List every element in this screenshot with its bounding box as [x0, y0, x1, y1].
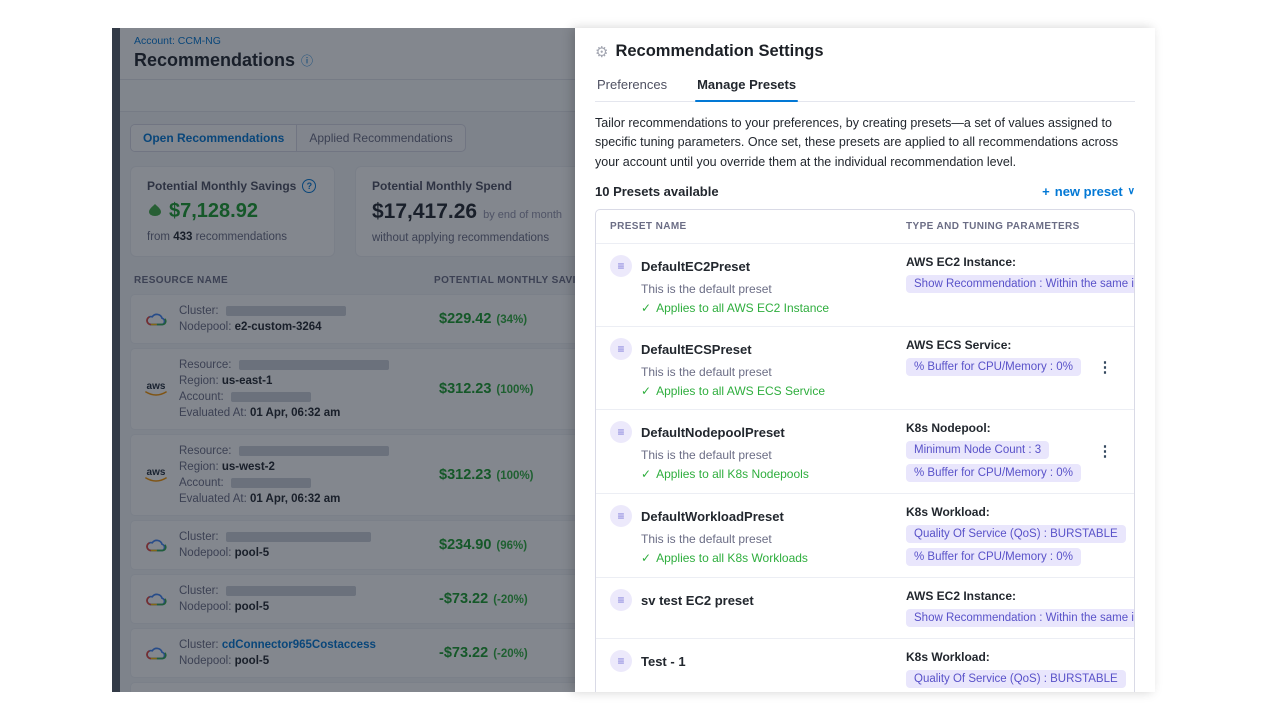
- presets-description: Tailor recommendations to your preferenc…: [595, 114, 1135, 172]
- preset-name: DefaultEC2Preset: [641, 259, 750, 274]
- drawer-title: Recommendation Settings: [615, 42, 823, 61]
- tuning-parameter-badge: % Buffer for CPU/Memory : 0%: [906, 464, 1081, 482]
- check-icon: ✓: [641, 384, 651, 398]
- preset-description: This is the default preset: [641, 365, 896, 379]
- applies-text: Applies to all K8s Nodepools: [656, 467, 809, 481]
- preset-row: ≡ DefaultECSPreset This is the default pre…: [596, 326, 1134, 409]
- preset-row: ≡ DefaultEC2Preset This is the default pre…: [596, 243, 1134, 326]
- preset-type: K8s Workload:: [906, 650, 1126, 664]
- tuning-parameter-badge: Quality Of Service (QoS) : BURSTABLE: [906, 525, 1126, 543]
- gear-icon: ⚙: [595, 43, 608, 61]
- applies-text: Applies to all AWS EC2 Instance: [656, 301, 829, 315]
- settings-tabs: Preferences Manage Presets: [595, 77, 1135, 102]
- preset-name: DefaultECSPreset: [641, 342, 752, 357]
- preset-type: K8s Nodepool:: [906, 421, 1090, 435]
- preset-name-cell: ≡ DefaultEC2Preset This is the default pre…: [610, 255, 906, 315]
- chevron-down-icon: ∨: [1128, 186, 1135, 197]
- preset-params-cell: AWS EC2 Instance: Show Recommendation : W…: [906, 255, 1135, 293]
- preset-row: ≡ DefaultNodepoolPreset This is the defaul…: [596, 409, 1134, 493]
- preset-applies: ✓ Applies to all K8s Workloads: [641, 551, 896, 565]
- preset-applies: ✓ Applies to all AWS EC2 Instance: [641, 301, 896, 315]
- preset-type: AWS ECS Service:: [906, 338, 1090, 352]
- tuning-parameter-badge: % Buffer for CPU/Memory : 0%: [906, 358, 1081, 376]
- tab-preferences[interactable]: Preferences: [595, 77, 669, 101]
- preset-name-cell: ≡ sv test EC2 preset: [610, 589, 906, 611]
- applies-text: Applies to all AWS ECS Service: [656, 384, 825, 398]
- app-screenshot: Account: CCM-NG Recommendations ⓘ Open R…: [112, 28, 1155, 692]
- preset-params-cell: K8s Workload: Quality Of Service (QoS) : …: [906, 650, 1126, 692]
- preset-params-cell: AWS EC2 Instance: Show Recommendation : W…: [906, 589, 1135, 627]
- preset-name: Test - 1: [641, 654, 686, 669]
- preset-list-icon: ≡: [610, 338, 632, 360]
- preset-row: ≡ sv test EC2 preset AWS EC2 Instance: Show…: [596, 577, 1134, 638]
- column-preset-name: PRESET NAME: [610, 221, 906, 232]
- preset-list-icon: ≡: [610, 255, 632, 277]
- preset-params-cell: K8s Nodepool: Minimum Node Count : 3 % Buf…: [906, 421, 1090, 482]
- tab-manage-presets[interactable]: Manage Presets: [695, 77, 798, 101]
- preset-name: sv test EC2 preset: [641, 593, 754, 608]
- preset-rows: ≡ DefaultEC2Preset This is the default pre…: [596, 243, 1134, 692]
- preset-name-cell: ≡ DefaultECSPreset This is the default pre…: [610, 338, 906, 398]
- preset-description: This is the default preset: [641, 282, 896, 296]
- preset-type: AWS EC2 Instance:: [906, 255, 1135, 269]
- preset-description: This is the default preset: [641, 532, 896, 546]
- row-menu-button[interactable]: ⋮: [1090, 361, 1120, 375]
- presets-table: PRESET NAME TYPE AND TUNING PARAMETERS ≡…: [595, 209, 1135, 692]
- plus-icon: +: [1042, 184, 1050, 199]
- preset-type: AWS EC2 Instance:: [906, 589, 1135, 603]
- preset-name: DefaultWorkloadPreset: [641, 509, 784, 524]
- recommendation-settings-drawer: ⚙ Recommendation Settings Preferences Ma…: [575, 28, 1155, 692]
- preset-applies: ✓ Applies to all K8s Nodepools: [641, 467, 896, 481]
- presets-table-header: PRESET NAME TYPE AND TUNING PARAMETERS: [596, 210, 1134, 243]
- preset-name-cell: ≡ DefaultNodepoolPreset This is the defaul…: [610, 421, 906, 481]
- applies-text: Applies to all K8s Workloads: [656, 551, 808, 565]
- preset-list-icon: ≡: [610, 650, 632, 672]
- row-menu-button[interactable]: ⋮: [1090, 445, 1120, 459]
- row-menu-button[interactable]: ⋮: [1126, 529, 1135, 543]
- preset-list-icon: ≡: [610, 505, 632, 527]
- preset-type: K8s Workload:: [906, 505, 1126, 519]
- preset-list-icon: ≡: [610, 589, 632, 611]
- check-icon: ✓: [641, 301, 651, 315]
- preset-params-cell: K8s Workload: Quality Of Service (QoS) : …: [906, 505, 1126, 566]
- tuning-parameter-badge: Minimum Node Count : 3: [906, 441, 1049, 459]
- dim-overlay: [112, 28, 575, 692]
- recommendations-page: Account: CCM-NG Recommendations ⓘ Open R…: [112, 28, 575, 692]
- tuning-parameter-badge: Show Recommendation : Within the same in…: [906, 609, 1135, 627]
- preset-params-cell: AWS ECS Service: % Buffer for CPU/Memory …: [906, 338, 1090, 376]
- preset-name-cell: ≡ Test - 1: [610, 650, 906, 672]
- check-icon: ✓: [641, 551, 651, 565]
- preset-description: This is the default preset: [641, 448, 896, 462]
- tuning-parameter-badge: Show Recommendation : Within the same in…: [906, 275, 1135, 293]
- preset-applies: ✓ Applies to all AWS ECS Service: [641, 384, 896, 398]
- tuning-parameter-badge: Quality Of Service (QoS) : BURSTABLE: [906, 670, 1126, 688]
- preset-name-cell: ≡ DefaultWorkloadPreset This is the defaul…: [610, 505, 906, 565]
- preset-row: ≡ DefaultWorkloadPreset This is the defaul…: [596, 493, 1134, 577]
- preset-name: DefaultNodepoolPreset: [641, 425, 785, 440]
- preset-list-icon: ≡: [610, 421, 632, 443]
- row-menu-button[interactable]: ⋮: [1126, 674, 1135, 688]
- preset-row: ≡ Test - 1 K8s Workload: Quality Of Service…: [596, 638, 1134, 692]
- new-preset-button[interactable]: + new preset ∨: [1042, 184, 1135, 199]
- check-icon: ✓: [641, 467, 651, 481]
- column-type-tuning-parameters: TYPE AND TUNING PARAMETERS: [906, 221, 1120, 232]
- presets-count: 10 Presets available: [595, 184, 719, 199]
- tuning-parameter-badge: % Buffer for CPU/Memory : 0%: [906, 548, 1081, 566]
